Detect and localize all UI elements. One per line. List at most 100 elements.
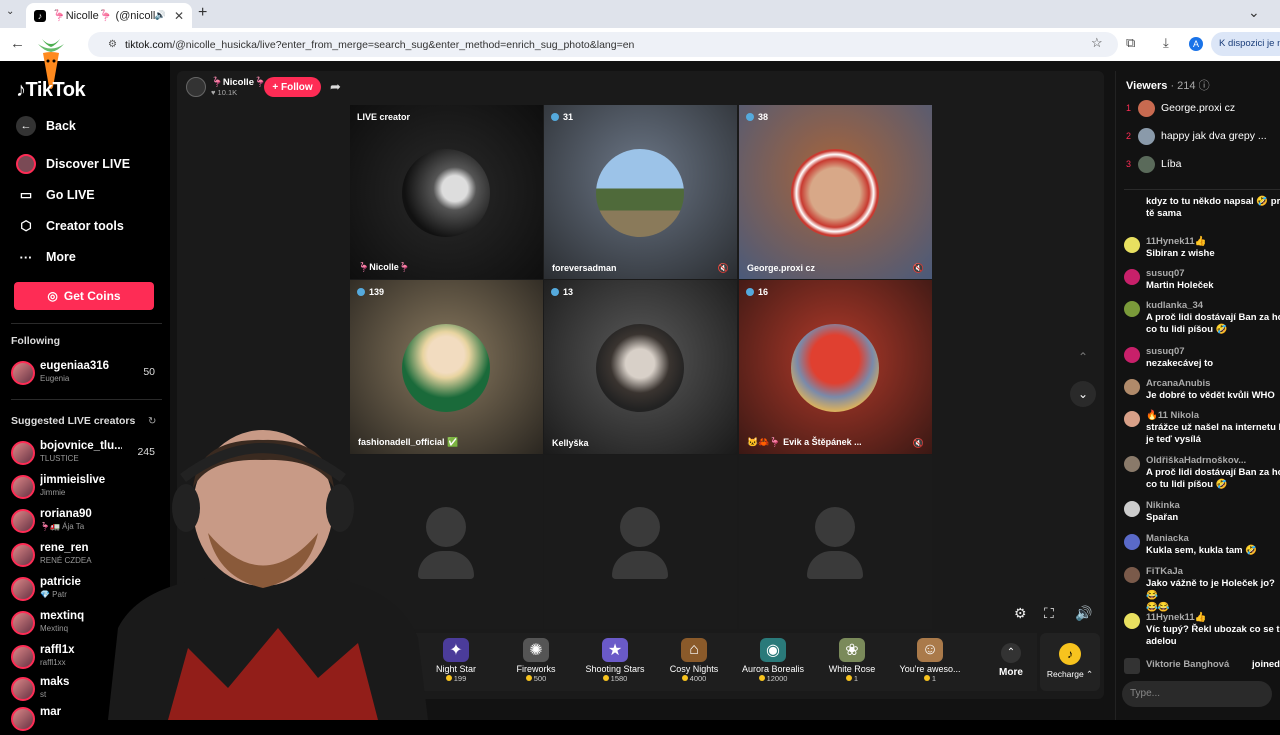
- tiktok-logo[interactable]: ♪TikTok: [16, 79, 86, 102]
- gift-price: 1: [892, 674, 968, 683]
- chat-username[interactable]: 🔥11 Nikola: [1146, 410, 1199, 421]
- video-camera-icon: ▭: [19, 187, 33, 202]
- join-username[interactable]: Viktorie Banghová: [1146, 659, 1229, 670]
- chat-input[interactable]: Type...: [1122, 681, 1272, 707]
- sidebar-item-discover-live[interactable]: Discover LIVE: [16, 154, 130, 174]
- download-icon[interactable]: ⤓: [1163, 35, 1169, 51]
- empty-seat-person-icon: [815, 507, 855, 547]
- chat-text: Víc tupý? Řekl ubozak co se t adelou: [1146, 624, 1280, 647]
- sidebar-item-go-live[interactable]: ▭ Go LIVE: [16, 185, 95, 205]
- chat-username[interactable]: Nikinka: [1146, 500, 1180, 511]
- chat-text: strážce už našel na internetu l je teď v…: [1146, 422, 1280, 445]
- gift-item[interactable]: ✺ Fireworks 500: [498, 633, 574, 691]
- chat-text: A proč lidi dostávají Ban za ho co tu li…: [1146, 467, 1280, 490]
- coin-icon: ◎: [47, 289, 58, 303]
- extensions-icon[interactable]: ⧉: [1126, 35, 1135, 51]
- empty-seat[interactable]: [544, 455, 737, 629]
- url-field[interactable]: ⚙ tiktok.com/@nicolle_husicka/live?enter…: [88, 32, 1118, 57]
- gift-item[interactable]: ★ Shooting Stars 1580: [577, 633, 653, 691]
- chat-username[interactable]: kudlanka_34: [1146, 300, 1203, 311]
- gift-name: You're aweso...: [899, 664, 961, 674]
- refresh-icon[interactable]: ↻: [148, 416, 156, 427]
- following-sub: Eugenia: [40, 374, 70, 383]
- avatar: [1124, 501, 1140, 517]
- volume-icon[interactable]: 🔊: [1075, 605, 1092, 622]
- update-available-button[interactable]: K dispozici je nová: [1211, 32, 1280, 56]
- viewer-count: 31: [551, 112, 573, 122]
- suggested-sub: Jimmie: [40, 488, 66, 497]
- guest-cell[interactable]: 31 foreversadman 🔇: [544, 105, 737, 279]
- chat-text: Sibiran z wishe: [1146, 248, 1215, 259]
- chat-username[interactable]: 11Hynek11👍: [1146, 236, 1206, 247]
- youre-awesome-gift-icon: ☺: [917, 638, 943, 662]
- top-viewer[interactable]: 2 happy jak dva grepy ...: [1126, 125, 1280, 147]
- gift-name: White Rose: [828, 664, 876, 674]
- sidebar-item-back[interactable]: ← Back: [16, 116, 76, 136]
- gift-item[interactable]: ☺ You're aweso... 1: [892, 633, 968, 691]
- viewers-header[interactable]: Viewers · 214 ⓘ: [1126, 77, 1210, 93]
- guest-cell[interactable]: 13 Kellyška: [544, 280, 737, 454]
- guest-avatar: [402, 324, 490, 412]
- more-gifts-button[interactable]: ⌃ More: [993, 633, 1029, 691]
- settings-gear-icon[interactable]: ⚙: [1014, 605, 1027, 622]
- scroll-up-icon[interactable]: ⌃: [1070, 344, 1096, 370]
- speaker-icon[interactable]: 🔊: [155, 10, 166, 21]
- viewer-count: 38: [746, 112, 768, 122]
- fullscreen-icon[interactable]: ⛶: [1044, 605, 1054, 622]
- following-item[interactable]: eugeniaa316 Eugenia 50: [11, 359, 161, 389]
- site-info-icon[interactable]: ⚙: [108, 39, 117, 50]
- sidebar-item-more[interactable]: ··· More: [16, 247, 76, 267]
- guest-cell[interactable]: 16 🐱🦀🦩 Evik a Štěpánek ... 🔇: [739, 280, 932, 454]
- suggested-sub: raffl1xx: [40, 658, 66, 667]
- host-info[interactable]: 🦩Nicolle🦩 ♥ 10.1K: [186, 77, 266, 97]
- gift-item[interactable]: ❀ White Rose 1: [814, 633, 890, 691]
- recharge-button[interactable]: ♪ Recharge ⌃: [1040, 633, 1100, 691]
- tiktok-coin-icon: ♪: [1059, 643, 1081, 665]
- bookmark-star-icon[interactable]: ☆: [1091, 35, 1103, 51]
- back-nav-icon[interactable]: ←: [10, 35, 25, 52]
- guest-cell[interactable]: 38 George.proxi cz 🔇: [739, 105, 932, 279]
- chat-username[interactable]: OldřiškaHadrnoškov...: [1146, 455, 1246, 466]
- follow-button[interactable]: + Follow: [264, 77, 321, 97]
- chat-username[interactable]: Maniacka: [1146, 533, 1189, 544]
- profile-avatar[interactable]: A: [1189, 37, 1203, 51]
- recharge-label: Recharge ⌃: [1046, 669, 1094, 679]
- avatar: [11, 577, 35, 601]
- chat-username[interactable]: 11Hynek11👍: [1146, 612, 1206, 623]
- chat-panel: Viewers · 214 ⓘ 1 George.proxi cz 2 happy …: [1115, 71, 1280, 720]
- chat-username[interactable]: ArcanaAnubis: [1146, 378, 1210, 389]
- guest-cell[interactable]: LIVE creator 🦩Nicolle🦩: [350, 105, 543, 279]
- browser-tab[interactable]: ♪ 🦩Nicolle🦩 (@nicolle_hu 🔊 ✕: [26, 3, 192, 28]
- suggested-sub: TLUSTICE: [40, 454, 79, 463]
- sidebar-item-creator-tools[interactable]: ⬡ Creator tools: [16, 216, 123, 236]
- sidebar-divider: [11, 399, 162, 400]
- get-coins-button[interactable]: ◎ Get Coins: [14, 282, 154, 310]
- share-icon[interactable]: ➦: [330, 79, 341, 95]
- gift-item[interactable]: ◉ Aurora Borealis 12000: [735, 633, 811, 691]
- chat-text: A proč lidi dostávají Ban za ho co tu li…: [1146, 312, 1280, 335]
- top-viewer[interactable]: 1 George.proxi cz: [1126, 97, 1280, 119]
- live-creator-label: LIVE creator: [357, 112, 411, 122]
- avatar: [1124, 269, 1140, 285]
- gift-price: 1: [814, 674, 890, 683]
- empty-seat[interactable]: [739, 455, 932, 629]
- rank-number: 3: [1126, 159, 1132, 169]
- tab-overflow-icon[interactable]: ⌄: [1248, 4, 1260, 21]
- gift-item[interactable]: ⌂ Cosy Nights 4000: [656, 633, 732, 691]
- guest-avatar: [596, 324, 684, 412]
- avatar: [11, 475, 35, 499]
- avatar: [11, 543, 35, 567]
- host-avatar[interactable]: [186, 77, 206, 97]
- info-icon[interactable]: ⓘ: [1199, 80, 1210, 92]
- chat-username[interactable]: susuq07: [1146, 268, 1185, 279]
- suggested-sub: Mextinq: [40, 624, 69, 633]
- chat-username[interactable]: FiTKaJa: [1146, 566, 1183, 577]
- top-viewer[interactable]: 3 Líba: [1126, 153, 1280, 175]
- tab-search-icon[interactable]: ⌄: [6, 6, 14, 17]
- new-tab-icon[interactable]: +: [198, 4, 207, 22]
- chat-username[interactable]: susuq07: [1146, 346, 1185, 357]
- tab-title: 🦩Nicolle🦩 (@nicolle_hu: [52, 10, 155, 22]
- scroll-down-icon[interactable]: ⌄: [1070, 381, 1096, 407]
- viewer-count: 139: [357, 287, 384, 297]
- tab-close-icon[interactable]: ✕: [174, 9, 184, 23]
